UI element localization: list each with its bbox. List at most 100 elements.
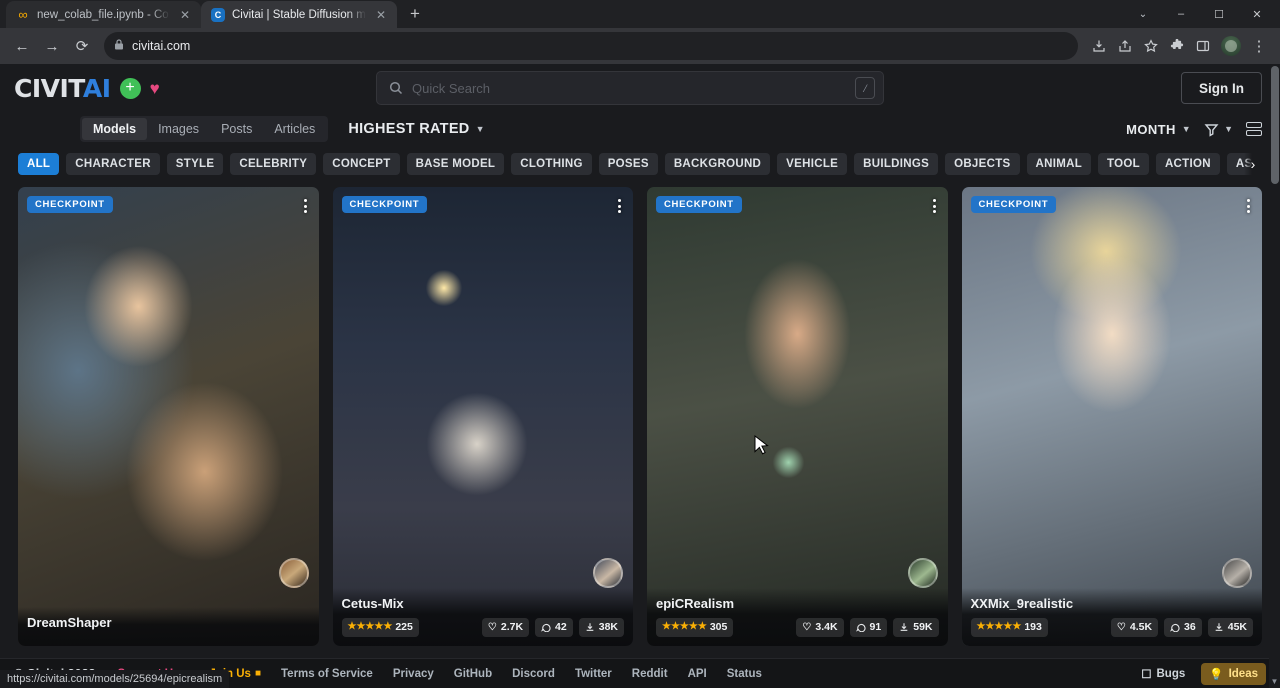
filter-button[interactable]: ▼ <box>1204 122 1233 137</box>
card-footer: DreamShaper <box>18 607 319 646</box>
footer-link-status[interactable]: Status <box>727 668 762 680</box>
extensions-puzzle-icon[interactable] <box>1164 32 1190 60</box>
footer-link-reddit[interactable]: Reddit <box>632 668 668 680</box>
reload-icon[interactable]: ⟳ <box>68 32 96 60</box>
bug-icon: ☐ <box>1141 667 1151 681</box>
comments-count: 91 <box>870 621 882 633</box>
creator-avatar[interactable] <box>908 558 938 588</box>
chip-vehicle[interactable]: VEHICLE <box>777 153 847 175</box>
scroll-down-arrow-icon[interactable]: ▼ <box>1269 677 1280 686</box>
model-type-badge: CHECKPOINT <box>971 196 1057 213</box>
creator-avatar[interactable] <box>1222 558 1252 588</box>
bugs-button[interactable]: ☐ Bugs <box>1133 663 1193 685</box>
chip-concept[interactable]: CONCEPT <box>323 153 399 175</box>
chip-clothing[interactable]: CLOTHING <box>511 153 591 175</box>
downloads-count: 38K <box>599 621 618 633</box>
rating-pill: ★★★★★ 305 <box>656 618 733 637</box>
page-scrollbar[interactable]: ▼ <box>1269 64 1280 688</box>
comment-icon <box>856 622 866 632</box>
model-card[interactable]: CHECKPOINT XXMix_9realistic ★★★★★ 193 ♡ … <box>962 187 1263 646</box>
browser-tab-colab[interactable]: ∞ new_colab_file.ipynb - Colaborat ✕ <box>6 1 201 28</box>
card-menu-icon[interactable] <box>300 195 311 217</box>
scrollbar-thumb[interactable] <box>1271 66 1279 184</box>
footer-link-terms[interactable]: Terms of Service <box>281 668 373 680</box>
forward-icon[interactable]: → <box>38 32 66 60</box>
browser-toolbar: ← → ⟳ civitai.com ⋮ <box>0 28 1280 64</box>
card-footer: Cetus-Mix ★★★★★ 225 ♡ 2.7K <box>333 588 634 646</box>
card-menu-icon[interactable] <box>1243 195 1254 217</box>
rating-pill: ★★★★★ 193 <box>971 618 1048 637</box>
install-icon[interactable] <box>1086 32 1112 60</box>
create-plus-button[interactable]: + <box>120 78 141 99</box>
chip-objects[interactable]: OBJECTS <box>945 153 1019 175</box>
tab-posts[interactable]: Posts <box>210 118 263 140</box>
maximize-icon[interactable]: ☐ <box>1200 0 1238 28</box>
tab-images[interactable]: Images <box>147 118 210 140</box>
browser-window: ∞ new_colab_file.ipynb - Colaborat ✕ C C… <box>0 0 1280 688</box>
chrome-menu-icon[interactable]: ⋮ <box>1246 32 1272 60</box>
close-icon[interactable]: ✕ <box>373 7 389 23</box>
tab-articles[interactable]: Articles <box>263 118 326 140</box>
back-icon[interactable]: ← <box>8 32 36 60</box>
tab-title: Civitai | Stable Diffusion models, <box>232 9 366 21</box>
sign-in-button[interactable]: Sign In <box>1181 72 1262 104</box>
period-value: MONTH <box>1126 122 1176 137</box>
side-panel-icon[interactable] <box>1190 32 1216 60</box>
profile-avatar[interactable] <box>1221 36 1241 56</box>
card-menu-icon[interactable] <box>929 195 940 217</box>
heart-icon: ♡ <box>488 622 497 633</box>
link-status-bar: https://civitai.com/models/25694/epicrea… <box>0 670 229 688</box>
lock-icon <box>114 39 124 53</box>
ideas-button[interactable]: 💡 Ideas <box>1201 663 1266 685</box>
chip-animal[interactable]: ANIMAL <box>1027 153 1092 175</box>
chip-poses[interactable]: POSES <box>599 153 658 175</box>
model-card[interactable]: CHECKPOINT Cetus-Mix ★★★★★ 225 ♡ 2.7K <box>333 187 634 646</box>
model-title: epiCRealism <box>656 596 939 611</box>
creator-avatar[interactable] <box>593 558 623 588</box>
model-card[interactable]: CHECKPOINT DreamShaper <box>18 187 319 646</box>
address-bar[interactable]: civitai.com <box>104 32 1078 60</box>
footer-link-github[interactable]: GitHub <box>454 668 492 680</box>
close-icon[interactable]: ✕ <box>177 7 193 23</box>
chip-character[interactable]: CHARACTER <box>66 153 160 175</box>
star-icon: ★★★★★ <box>977 622 1022 632</box>
chip-tool[interactable]: TOOL <box>1098 153 1149 175</box>
tab-title: new_colab_file.ipynb - Colaborat <box>37 9 170 21</box>
chip-base-model[interactable]: BASE MODEL <box>407 153 505 175</box>
browser-tab-civitai[interactable]: C Civitai | Stable Diffusion models, ✕ <box>201 1 397 28</box>
downloads-pill: 38K <box>579 618 624 637</box>
chip-all[interactable]: ALL <box>18 153 59 175</box>
footer-link-api[interactable]: API <box>688 668 707 680</box>
chip-buildings[interactable]: BUILDINGS <box>854 153 938 175</box>
chip-action[interactable]: ACTION <box>1156 153 1220 175</box>
downloads-pill: 59K <box>893 618 938 637</box>
card-menu-icon[interactable] <box>614 195 625 217</box>
footer-link-discord[interactable]: Discord <box>512 668 555 680</box>
tab-search-chevron-down-icon[interactable]: ⌄ <box>1124 0 1162 28</box>
new-tab-button[interactable]: + <box>401 0 429 28</box>
footer-link-privacy[interactable]: Privacy <box>393 668 434 680</box>
comments-pill: 91 <box>850 618 888 637</box>
creator-avatar[interactable] <box>279 558 309 588</box>
logo-text-ai: AI <box>83 74 111 103</box>
window-close-icon[interactable]: ✕ <box>1238 0 1276 28</box>
share-icon[interactable] <box>1112 32 1138 60</box>
heart-icon[interactable]: ♥ <box>150 80 160 97</box>
section-tabs: Models Images Posts Articles <box>80 116 328 142</box>
chip-style[interactable]: STYLE <box>167 153 224 175</box>
minimize-icon[interactable]: – <box>1162 0 1200 28</box>
civitai-logo[interactable]: CIVITAI + ♥ <box>14 74 160 103</box>
view-mode-toggle[interactable] <box>1246 122 1262 136</box>
tab-models[interactable]: Models <box>82 118 147 140</box>
chips-scroll-right-icon[interactable]: › <box>1244 149 1262 179</box>
search-input[interactable]: Quick Search / <box>376 71 884 105</box>
chip-background[interactable]: BACKGROUND <box>665 153 770 175</box>
footer-link-twitter[interactable]: Twitter <box>575 668 612 680</box>
period-dropdown[interactable]: MONTH ▼ <box>1126 122 1191 137</box>
chip-celebrity[interactable]: CELEBRITY <box>230 153 316 175</box>
chevron-down-icon: ▼ <box>476 124 485 134</box>
model-preview-image <box>647 187 948 646</box>
model-card[interactable]: CHECKPOINT epiCRealism ★★★★★ 305 ♡ 3.4K <box>647 187 948 646</box>
bookmark-star-icon[interactable] <box>1138 32 1164 60</box>
sort-dropdown[interactable]: HIGHEST RATED ▼ <box>348 121 484 137</box>
